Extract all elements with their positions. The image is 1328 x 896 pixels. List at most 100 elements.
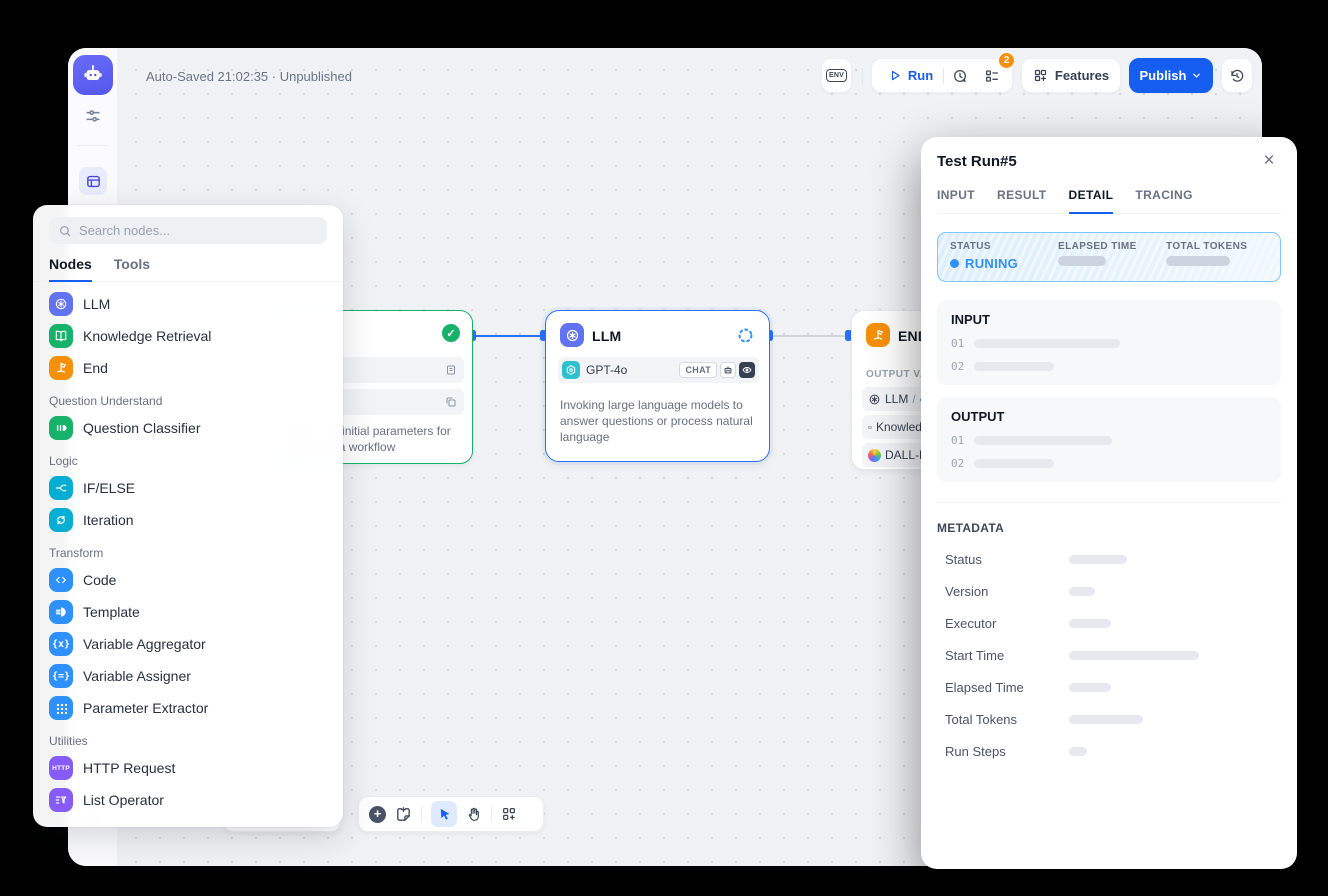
- section-question-understand: Question Understand: [41, 384, 335, 412]
- pointer-tool-button[interactable]: [431, 801, 457, 827]
- status-value: RUNING: [950, 256, 1058, 271]
- tab-result[interactable]: RESULT: [997, 188, 1047, 213]
- list-operator-icon: [49, 788, 73, 812]
- node-item-llm[interactable]: LLM: [41, 288, 335, 320]
- node-item-if-else[interactable]: IF/ELSE: [41, 472, 335, 504]
- tab-nodes[interactable]: Nodes: [49, 256, 92, 282]
- var-separator: /: [912, 392, 915, 406]
- node-item-knowledge-retrieval[interactable]: Knowledge Retrieval: [41, 320, 335, 352]
- placeholder-bar: [1166, 256, 1230, 266]
- run-label: Run: [908, 68, 933, 83]
- run-toolbar-group: Run 2: [871, 58, 1013, 93]
- success-check-icon: ✓: [442, 324, 460, 342]
- divider: [421, 806, 422, 822]
- placeholder-bar: [1058, 256, 1106, 266]
- edge-llm-to-end: [770, 335, 851, 337]
- node-item-template[interactable]: Template: [41, 596, 335, 628]
- section-transform: Transform: [41, 536, 335, 564]
- placeholder-bar: [1069, 619, 1111, 628]
- var-source: LLM: [885, 392, 908, 406]
- metadata-row: Run Steps: [937, 744, 1281, 759]
- variable-aggregator-icon: {x}: [49, 632, 73, 656]
- llm-icon: [49, 292, 73, 316]
- tab-tracing[interactable]: TRACING: [1135, 188, 1192, 213]
- test-run-panel: Test Run#5 × INPUT RESULT DETAIL TRACING…: [921, 137, 1297, 869]
- cursor-icon: [437, 807, 452, 822]
- placeholder-bar: [1069, 747, 1087, 756]
- publish-button[interactable]: Publish: [1129, 58, 1213, 93]
- robot-badge-icon: [720, 362, 736, 378]
- screen: ✓ Define the initial parameters for laun…: [0, 0, 1328, 896]
- end-icon: [866, 323, 890, 347]
- node-item-iteration[interactable]: Iteration: [41, 504, 335, 536]
- search-placeholder: Search nodes...: [79, 223, 170, 238]
- features-button[interactable]: Features: [1021, 58, 1121, 93]
- tab-input[interactable]: INPUT: [937, 188, 975, 213]
- version-history-button[interactable]: [1221, 58, 1253, 93]
- hand-tool-button[interactable]: [466, 806, 482, 822]
- node-item-variable-aggregator[interactable]: {x} Variable Aggregator: [41, 628, 335, 660]
- search-input[interactable]: Search nodes...: [49, 217, 327, 244]
- canvas-toolbar: +: [358, 796, 544, 832]
- node-item-end[interactable]: End: [41, 352, 335, 384]
- close-icon[interactable]: ×: [1257, 149, 1281, 173]
- tab-tools[interactable]: Tools: [114, 256, 150, 281]
- total-tokens-label: TOTAL TOKENS: [1166, 241, 1247, 252]
- node-item-variable-assigner[interactable]: {=} Variable Assigner: [41, 660, 335, 692]
- branch-icon: [49, 476, 73, 500]
- llm-node[interactable]: LLM GPT-4o CHAT Invoking large language …: [545, 310, 770, 462]
- chevron-down-icon: [1191, 70, 1202, 81]
- llm-node-title: LLM: [592, 328, 621, 344]
- llm-glyph-icon: [868, 393, 881, 406]
- metadata-title: METADATA: [937, 521, 1281, 535]
- checklist-count-badge: 2: [998, 52, 1015, 69]
- features-grid-icon: [1033, 68, 1048, 83]
- llm-node-description: Invoking large language models to answer…: [560, 397, 758, 446]
- autosave-status: Auto-Saved 21:02:35 · Unpublished: [146, 69, 352, 84]
- metadata-row: Total Tokens: [937, 712, 1281, 727]
- play-icon: [889, 69, 902, 82]
- placeholder-bar: [1069, 555, 1127, 564]
- node-item-question-classifier[interactable]: Question Classifier: [41, 412, 335, 444]
- run-panel-tabs: INPUT RESULT DETAIL TRACING: [937, 188, 1281, 214]
- node-item-http-request[interactable]: HTTP HTTP Request: [41, 752, 335, 784]
- add-note-button[interactable]: [395, 806, 412, 823]
- node-item-code[interactable]: Code: [41, 564, 335, 596]
- model-selector[interactable]: GPT-4o CHAT: [558, 357, 759, 383]
- section-logic: Logic: [41, 444, 335, 472]
- node-item-list-operator[interactable]: List Operator: [41, 784, 335, 816]
- placeholder-bar: [1069, 683, 1111, 692]
- node-list: LLM Knowledge Retrieval End Question Und…: [33, 282, 343, 822]
- status-label: STATUS: [950, 241, 1058, 252]
- env-button[interactable]: ENV: [821, 58, 852, 93]
- run-button[interactable]: Run: [876, 59, 943, 92]
- section-utilities: Utilities: [41, 724, 335, 752]
- placeholder-bar: [974, 362, 1054, 371]
- organize-nodes-button[interactable]: [501, 806, 517, 822]
- http-request-icon: HTTP: [49, 756, 73, 780]
- node-item-parameter-extractor[interactable]: Parameter Extractor: [41, 692, 335, 724]
- run-history-clock-button[interactable]: [944, 59, 976, 92]
- preferences-sliders-icon[interactable]: [83, 106, 103, 126]
- node-picker-panel: Search nodes... Nodes Tools LLM Knowledg…: [33, 205, 343, 827]
- output-card: OUTPUT 01 02: [937, 397, 1281, 482]
- placeholder-bar: [1069, 715, 1143, 724]
- divider: [937, 502, 1281, 503]
- robot-app-icon[interactable]: [73, 55, 113, 95]
- metadata-row: Status: [937, 552, 1281, 567]
- paragraph-icon: [445, 364, 457, 376]
- loop-icon: [49, 508, 73, 532]
- input-title: INPUT: [951, 312, 1267, 327]
- loading-spinner-icon: [737, 327, 754, 344]
- line-number: 01: [951, 337, 964, 350]
- copy-icon: [445, 396, 457, 408]
- workflow-panel-icon[interactable]: [79, 167, 107, 195]
- line-number: 01: [951, 434, 964, 447]
- variable-assigner-icon: {=}: [49, 664, 73, 688]
- end-flag-icon: [49, 356, 73, 380]
- run-panel-title: Test Run#5: [937, 153, 1281, 170]
- input-card: INPUT 01 02: [937, 300, 1281, 385]
- tab-detail[interactable]: DETAIL: [1069, 188, 1114, 214]
- placeholder-bar: [974, 339, 1120, 348]
- add-node-button[interactable]: +: [369, 806, 386, 823]
